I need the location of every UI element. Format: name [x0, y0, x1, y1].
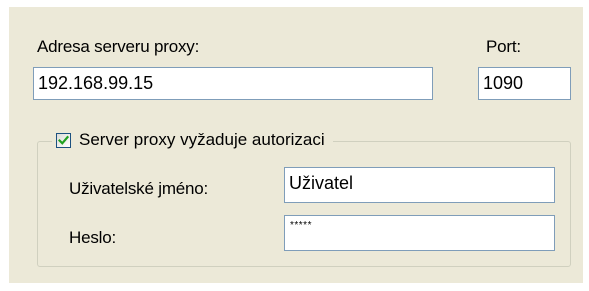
password-input[interactable]: ***** [284, 215, 555, 251]
authorization-checkbox[interactable] [56, 132, 71, 148]
authorization-checkbox-label[interactable]: Server proxy vyžaduje autorizaci [79, 130, 325, 150]
checkmark-icon [58, 135, 69, 145]
window-edge [583, 0, 589, 291]
password-label: Heslo: [69, 228, 116, 247]
port-label: Port: [486, 37, 521, 56]
username-input[interactable]: Uživatel [284, 167, 555, 203]
username-label: Uživatelské jméno: [69, 179, 209, 198]
proxy-address-label: Adresa serveru proxy: [37, 37, 200, 56]
proxy-address-input[interactable]: 192.168.99.15 [33, 67, 433, 100]
authorization-checkbox-row[interactable]: Server proxy vyžaduje autorizaci [52, 128, 333, 152]
port-input[interactable]: 1090 [478, 67, 571, 100]
